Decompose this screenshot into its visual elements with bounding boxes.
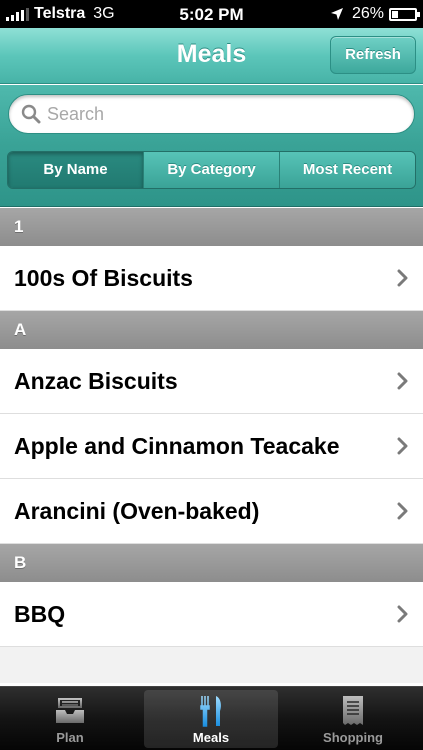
list-item[interactable]: BBQ — [0, 582, 423, 647]
tab-label: Shopping — [323, 730, 383, 745]
inbox-tray-icon — [56, 698, 84, 723]
status-right: 26% — [330, 5, 420, 23]
list-item[interactable]: Anzac Biscuits — [0, 349, 423, 414]
tab-meals[interactable]: Meals — [144, 690, 278, 748]
section-header: B — [0, 544, 423, 582]
sort-segment-bar: By Name By Category Most Recent — [0, 143, 423, 207]
list-item[interactable]: Apple and Cinnamon Teacake — [0, 414, 423, 479]
search-icon — [21, 104, 41, 124]
section-header: 1 — [0, 208, 423, 246]
meal-list: 1 100s Of Biscuits A Anzac Biscuits Apple an… — [0, 208, 423, 683]
list-item[interactable]: 100s Of Biscuits — [0, 246, 423, 311]
sort-segmented-control: By Name By Category Most Recent — [7, 151, 416, 189]
navigation-bar: Meals Refresh — [0, 28, 423, 84]
list-item-label: Anzac Biscuits — [14, 368, 178, 394]
chevron-right-icon — [397, 502, 408, 520]
battery-percent: 26% — [351, 5, 384, 22]
chevron-right-icon — [397, 605, 408, 623]
battery-fill — [392, 10, 398, 18]
section-header: A — [0, 311, 423, 349]
chevron-right-icon — [397, 372, 408, 390]
receipt-icon — [343, 696, 363, 725]
tab-label: Meals — [192, 730, 230, 745]
list-tail — [0, 647, 423, 683]
tab-plan[interactable]: Plan — [3, 690, 137, 748]
battery-icon — [389, 7, 420, 21]
search-input[interactable] — [47, 102, 407, 126]
tab-shopping[interactable]: Shopping — [286, 690, 420, 748]
search-bar — [0, 85, 423, 143]
chevron-right-icon — [397, 437, 408, 455]
list-item-label: BBQ — [14, 601, 66, 627]
list-item-label: 100s Of Biscuits — [14, 265, 193, 291]
segment-by-name[interactable]: By Name — [8, 152, 143, 188]
list-item-label: Arancini (Oven-baked) — [14, 498, 260, 524]
location-arrow-icon — [330, 8, 343, 20]
tab-bar: Plan Meals Shopping — [0, 686, 423, 750]
tab-label: Plan — [56, 730, 84, 745]
list-item-label: Apple and Cinnamon Teacake — [14, 433, 340, 459]
segment-by-category[interactable]: By Category — [143, 152, 279, 188]
chevron-right-icon — [397, 269, 408, 287]
segment-most-recent[interactable]: Most Recent — [279, 152, 415, 188]
refresh-button[interactable]: Refresh — [330, 36, 416, 74]
status-bar: Telstra 3G 5:02 PM 26% — [0, 0, 423, 28]
list-item[interactable]: Arancini (Oven-baked) — [0, 479, 423, 544]
search-field[interactable] — [8, 94, 415, 134]
fork-knife-icon — [200, 696, 221, 727]
